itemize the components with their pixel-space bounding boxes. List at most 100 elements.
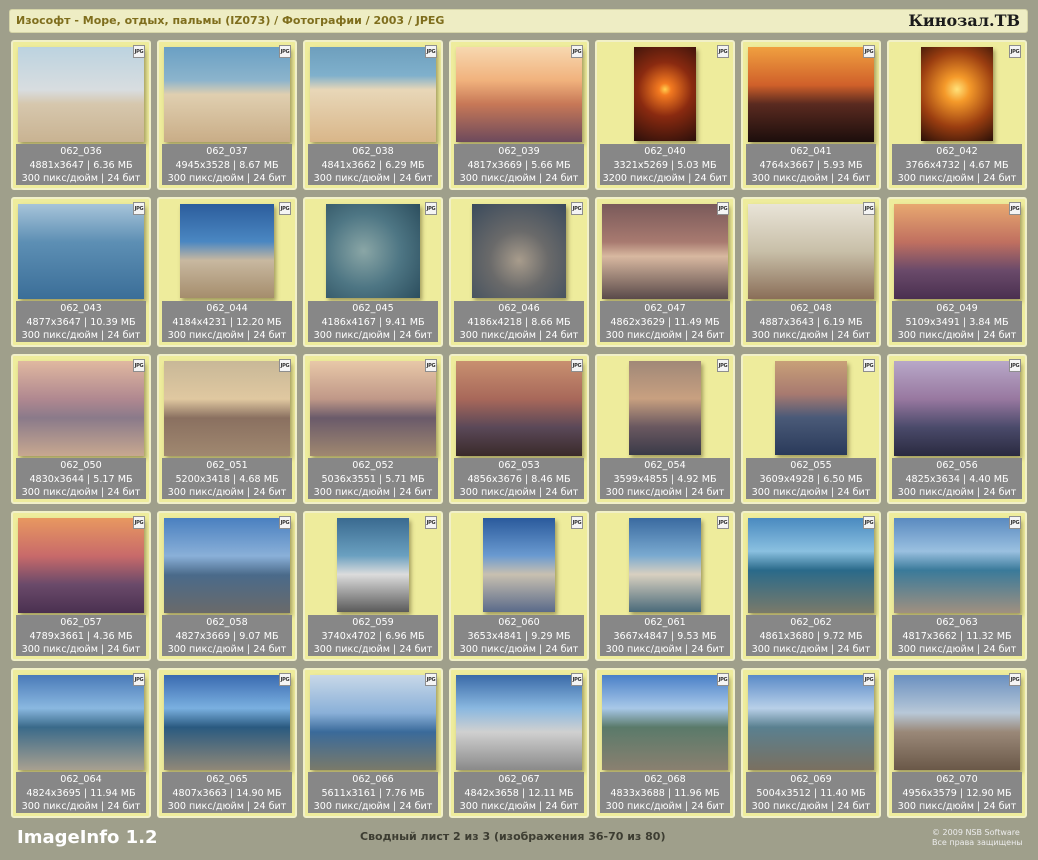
thumbnail-caption: 062_057 4789x3661 | 4.36 МБ 300 пикс/дюйм … — [16, 615, 146, 656]
thumbnail-card[interactable]: JPG 062_047 4862x3629 | 11.49 МБ 300 пикс/д… — [595, 197, 735, 347]
jpg-file-icon: JPG — [279, 673, 291, 686]
caption-info: 4827x3669 | 9.07 МБ — [175, 630, 279, 642]
caption-info: 4881x3647 | 6.36 МБ — [29, 159, 133, 171]
caption-info: 4833x3688 | 11.96 МБ — [610, 787, 720, 799]
thumbnail-image[interactable] — [456, 46, 582, 142]
thumbnail-frame — [164, 46, 290, 142]
caption-name: 062_037 — [206, 146, 248, 157]
thumbnail-card[interactable]: JPG 062_069 5004x3512 | 11.40 МБ 300 пикс/д… — [741, 668, 881, 818]
thumbnail-card[interactable]: JPG 062_054 3599x4855 | 4.92 МБ 300 пикс/дю… — [595, 354, 735, 504]
thumbnail-image[interactable] — [164, 517, 290, 613]
caption-info: 5004x3512 | 11.40 МБ — [756, 787, 866, 799]
jpg-file-icon: JPG — [279, 202, 291, 215]
thumbnail-card[interactable]: JPG 062_066 5611x3161 | 7.76 МБ 300 пикс/дю… — [303, 668, 443, 818]
thumbnail-image[interactable] — [775, 361, 847, 455]
jpg-file-icon: JPG — [571, 673, 583, 686]
rights-text: Все права защищены — [932, 838, 1023, 847]
thumbnail-card[interactable]: JPG 062_052 5036x3551 | 5.71 МБ 300 пикс/дю… — [303, 354, 443, 504]
thumbnail-card[interactable]: JPG 062_036 4881x3647 | 6.36 МБ 300 пикс/дю… — [11, 40, 151, 190]
thumbnail-image[interactable] — [18, 674, 144, 770]
thumbnail-card[interactable]: JPG 062_067 4842x3658 | 12.11 МБ 300 пикс/д… — [449, 668, 589, 818]
thumbnail-card[interactable]: JPG 062_048 4887x3643 | 6.19 МБ 300 пикс/дю… — [741, 197, 881, 347]
thumbnail-frame — [748, 46, 874, 142]
thumbnail-card[interactable]: JPG 062_065 4807x3663 | 14.90 МБ 300 пикс/д… — [157, 668, 297, 818]
thumbnail-card[interactable]: JPG 062_041 4764x3667 | 5.93 МБ 300 пикс/дю… — [741, 40, 881, 190]
jpg-file-icon: JPG — [571, 359, 583, 372]
thumbnail-image[interactable] — [337, 518, 409, 612]
thumbnail-caption: 062_056 4825x3634 | 4.40 МБ 300 пикс/дюйм … — [892, 458, 1022, 499]
thumbnail-image[interactable] — [921, 47, 993, 141]
thumbnail-image[interactable] — [894, 203, 1020, 299]
thumbnail-image[interactable] — [310, 46, 436, 142]
thumbnail-frame — [602, 203, 728, 299]
thumbnail-image[interactable] — [634, 47, 696, 141]
thumbnail-card[interactable]: JPG 062_042 3766x4732 | 4.67 МБ 300 пикс/дю… — [887, 40, 1027, 190]
thumbnail-image[interactable] — [748, 674, 874, 770]
thumbnail-image[interactable] — [748, 203, 874, 299]
thumbnail-image[interactable] — [456, 360, 582, 456]
thumbnail-image[interactable] — [310, 360, 436, 456]
caption-name: 062_055 — [790, 460, 832, 471]
thumbnail-image[interactable] — [326, 204, 420, 298]
thumbnail-image[interactable] — [456, 674, 582, 770]
thumbnail-image[interactable] — [18, 46, 144, 142]
thumbnail-image[interactable] — [748, 517, 874, 613]
thumbnail-card[interactable]: JPG 062_055 3609x4928 | 6.50 МБ 300 пикс/дю… — [741, 354, 881, 504]
thumbnail-card[interactable]: JPG 062_051 5200x3418 | 4.68 МБ 300 пикс/дю… — [157, 354, 297, 504]
thumbnail-image[interactable] — [894, 674, 1020, 770]
thumbnail-image[interactable] — [164, 360, 290, 456]
thumbnail-card[interactable]: JPG 062_068 4833x3688 | 11.96 МБ 300 пикс/д… — [595, 668, 735, 818]
thumbnail-card[interactable]: JPG 062_056 4825x3634 | 4.40 МБ 300 пикс/дю… — [887, 354, 1027, 504]
thumbnail-image[interactable] — [602, 674, 728, 770]
jpg-file-icon: JPG — [1009, 516, 1021, 529]
thumbnail-card[interactable]: JPG 062_058 4827x3669 | 9.07 МБ 300 пикс/дю… — [157, 511, 297, 661]
copyright-block: © 2009 NSB Software Все права защищены — [932, 828, 1023, 848]
thumbnail-image[interactable] — [310, 674, 436, 770]
thumbnail-frame — [164, 517, 290, 613]
caption-res: 300 пикс/дюйм | 24 бит — [605, 487, 725, 498]
thumbnail-image[interactable] — [894, 517, 1020, 613]
thumbnail-image[interactable] — [602, 203, 728, 299]
thumbnail-image[interactable] — [164, 674, 290, 770]
thumbnail-card[interactable]: JPG 062_044 4184x4231 | 12.20 МБ 300 пикс/д… — [157, 197, 297, 347]
caption-info: 4764x3667 | 5.93 МБ — [759, 159, 863, 171]
jpg-file-icon: JPG — [571, 202, 583, 215]
thumbnail-card[interactable]: JPG 062_046 4186x4218 | 8.66 МБ 300 пикс/дю… — [449, 197, 589, 347]
thumbnail-card[interactable]: JPG 062_043 4877x3647 | 10.39 МБ 300 пикс/д… — [11, 197, 151, 347]
thumbnail-card[interactable]: JPG 062_053 4856x3676 | 8.46 МБ 300 пикс/дю… — [449, 354, 589, 504]
thumbnail-card[interactable]: JPG 062_038 4841x3662 | 6.29 МБ 300 пикс/дю… — [303, 40, 443, 190]
thumbnail-card[interactable]: JPG 062_049 5109x3491 | 3.84 МБ 300 пикс/дю… — [887, 197, 1027, 347]
thumbnail-image[interactable] — [18, 360, 144, 456]
thumbnail-frame — [894, 203, 1020, 299]
thumbnail-image[interactable] — [748, 46, 874, 142]
thumbnail-image[interactable] — [472, 204, 566, 298]
thumbnail-image[interactable] — [629, 361, 701, 455]
thumbnail-image[interactable] — [180, 204, 274, 298]
thumbnail-image[interactable] — [483, 518, 555, 612]
thumbnail-caption: 062_065 4807x3663 | 14.90 МБ 300 пикс/дюйм… — [162, 772, 292, 813]
thumbnail-card[interactable]: JPG 062_063 4817x3662 | 11.32 МБ 300 пикс/д… — [887, 511, 1027, 661]
thumbnail-image[interactable] — [18, 517, 144, 613]
thumbnail-card[interactable]: JPG 062_060 3653x4841 | 9.29 МБ 300 пикс/дю… — [449, 511, 589, 661]
caption-res: 300 пикс/дюйм | 24 бит — [21, 801, 141, 812]
thumbnail-card[interactable]: JPG 062_045 4186x4167 | 9.41 МБ 300 пикс/дю… — [303, 197, 443, 347]
thumbnail-card[interactable]: JPG 062_037 4945x3528 | 8.67 МБ 300 пикс/дю… — [157, 40, 297, 190]
caption-res: 300 пикс/дюйм | 24 бит — [897, 330, 1017, 341]
thumbnail-card[interactable]: JPG 062_059 3740x4702 | 6.96 МБ 300 пикс/дю… — [303, 511, 443, 661]
thumbnail-frame — [894, 46, 1020, 142]
thumbnail-card[interactable]: JPG 062_050 4830x3644 | 5.17 МБ 300 пикс/дю… — [11, 354, 151, 504]
thumbnail-card[interactable]: JPG 062_062 4861x3680 | 9.72 МБ 300 пикс/дю… — [741, 511, 881, 661]
thumbnail-card[interactable]: JPG 062_057 4789x3661 | 4.36 МБ 300 пикс/дю… — [11, 511, 151, 661]
thumbnail-image[interactable] — [164, 46, 290, 142]
thumbnail-caption: 062_052 5036x3551 | 5.71 МБ 300 пикс/дюйм … — [308, 458, 438, 499]
jpg-file-icon: JPG — [863, 673, 875, 686]
thumbnail-card[interactable]: JPG 062_061 3667x4847 | 9.53 МБ 300 пикс/дю… — [595, 511, 735, 661]
thumbnail-image[interactable] — [18, 203, 144, 299]
caption-name: 062_049 — [936, 303, 978, 314]
thumbnail-image[interactable] — [629, 518, 701, 612]
thumbnail-card[interactable]: JPG 062_040 3321x5269 | 5.03 МБ 3200 пикс/д… — [595, 40, 735, 190]
thumbnail-card[interactable]: JPG 062_039 4817x3669 | 5.66 МБ 300 пикс/дю… — [449, 40, 589, 190]
thumbnail-card[interactable]: JPG 062_064 4824x3695 | 11.94 МБ 300 пикс/д… — [11, 668, 151, 818]
thumbnail-card[interactable]: JPG 062_070 4956x3579 | 12.90 МБ 300 пикс/д… — [887, 668, 1027, 818]
thumbnail-image[interactable] — [894, 360, 1020, 456]
